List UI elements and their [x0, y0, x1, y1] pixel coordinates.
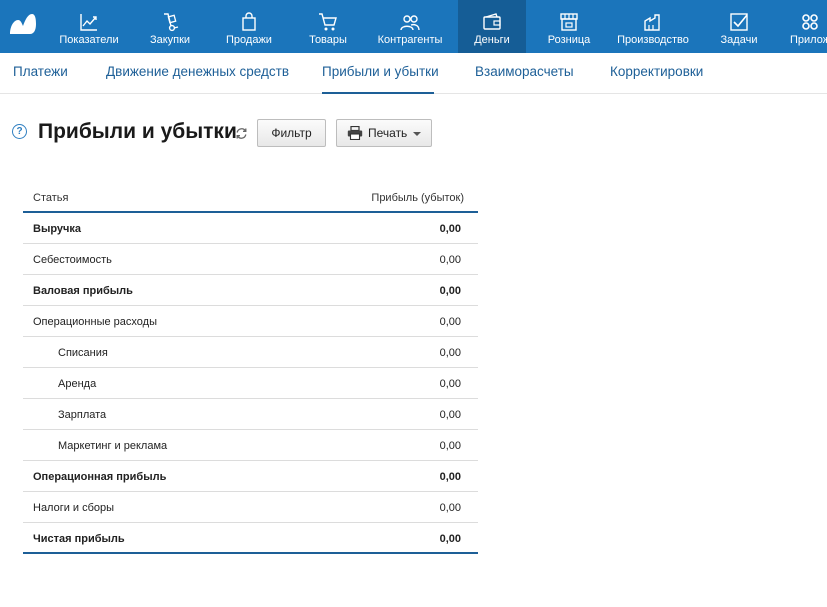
filter-button[interactable]: Фильтр [257, 119, 326, 147]
sub-navigation: Платежи Движение денежных средств Прибыл… [0, 53, 827, 94]
row-value: 0,00 [439, 285, 461, 297]
row-name: Аренда [58, 378, 97, 390]
nav-item-retail[interactable]: Розница [538, 0, 600, 53]
nav-item-label: Продажи [226, 34, 272, 46]
printer-icon [347, 126, 363, 140]
nav-item-label: Производство [617, 34, 689, 46]
row-name: Выручка [33, 223, 82, 235]
nav-item-label: Товары [309, 34, 347, 46]
tab-profit-loss[interactable]: Прибыли и убытки [322, 53, 439, 94]
nav-item-purchases[interactable]: Закупки [140, 0, 200, 53]
row-value: 0,00 [439, 223, 461, 235]
row-name: Операционная прибыль [33, 471, 167, 483]
logo-icon[interactable] [8, 12, 38, 36]
nav-item-goods[interactable]: Товары [298, 0, 358, 53]
row-value: 0,00 [439, 440, 461, 452]
row-name: Себестоимость [33, 254, 112, 266]
report-header: Статья Прибыль (убыток) [23, 183, 478, 213]
print-button[interactable]: Печать [336, 119, 432, 147]
nav-item-label: Закупки [149, 34, 191, 46]
nav-item-label: Розница [547, 34, 591, 46]
apps-gear-icon [802, 14, 818, 30]
tab-payments[interactable]: Платежи [13, 53, 68, 93]
nav-item-counterparties[interactable]: Контрагенты [370, 0, 450, 53]
table-row: Себестоимость 0,00 [23, 244, 478, 275]
row-value: 0,00 [439, 409, 461, 421]
table-row: Валовая прибыль 0,00 [23, 275, 478, 306]
row-value: 0,00 [439, 378, 461, 390]
nav-item-label: Деньги [474, 34, 510, 46]
row-value: 0,00 [439, 254, 461, 266]
page-title: Прибыли и убытки [38, 120, 237, 143]
table-row: Списания 0,00 [23, 337, 478, 368]
row-name: Операционные расходы [33, 316, 157, 328]
chevron-down-icon [413, 132, 421, 136]
checkbox-icon [730, 13, 748, 31]
nav-item-label: Контрагенты [377, 34, 443, 46]
table-row: Маркетинг и реклама 0,00 [23, 430, 478, 461]
nav-item-sales[interactable]: Продажи [218, 0, 280, 53]
nav-item-label: Прилож [790, 34, 827, 46]
print-button-label: Печать [368, 126, 408, 140]
table-row: Выручка 0,00 [23, 213, 478, 244]
nav-item-money[interactable]: Деньги [458, 0, 526, 53]
help-icon[interactable]: ? [12, 124, 27, 139]
table-row: Операционные расходы 0,00 [23, 306, 478, 337]
wallet-icon [483, 13, 501, 30]
row-value: 0,00 [439, 502, 461, 514]
profit-loss-report: Статья Прибыль (убыток) Выручка 0,00 Себ… [23, 183, 478, 554]
table-row: Аренда 0,00 [23, 368, 478, 399]
people-icon [400, 15, 420, 31]
storefront-icon [560, 13, 578, 31]
refresh-icon[interactable] [235, 127, 248, 140]
nav-item-production[interactable]: Производство [612, 0, 694, 53]
tab-settlements[interactable]: Взаиморасчеты [475, 53, 574, 93]
row-value: 0,00 [439, 316, 461, 328]
nav-item-label: Показатели [59, 34, 119, 46]
row-value: 0,00 [439, 347, 461, 359]
column-header-item: Статья [33, 192, 69, 204]
nav-item-apps[interactable]: Прилож [786, 0, 827, 53]
nav-item-label: Задачи [720, 34, 758, 46]
cart-icon [319, 13, 337, 31]
nav-item-indicators[interactable]: Показатели [50, 0, 128, 53]
table-row: Чистая прибыль 0,00 [23, 523, 478, 554]
tab-cash-flow[interactable]: Движение денежных средств [106, 53, 289, 93]
table-row: Налоги и сборы 0,00 [23, 492, 478, 523]
row-value: 0,00 [439, 533, 461, 545]
column-header-profit: Прибыль (убыток) [371, 192, 464, 204]
nav-item-tasks[interactable]: Задачи [710, 0, 768, 53]
factory-icon [644, 14, 660, 31]
top-navigation: Показатели Закупки Продажи Товары Контра… [0, 0, 827, 53]
hand-truck-icon [164, 13, 179, 32]
row-value: 0,00 [439, 471, 461, 483]
row-name: Зарплата [58, 409, 107, 421]
table-row: Операционная прибыль 0,00 [23, 461, 478, 492]
row-name: Списания [58, 347, 108, 359]
row-name: Валовая прибыль [33, 285, 133, 297]
row-name: Налоги и сборы [33, 502, 115, 514]
chart-line-icon [80, 14, 97, 31]
row-name: Маркетинг и реклама [58, 440, 168, 452]
row-name: Чистая прибыль [33, 533, 125, 545]
tab-adjustments[interactable]: Корректировки [610, 53, 703, 93]
shopping-bag-icon [242, 12, 256, 31]
table-row: Зарплата 0,00 [23, 399, 478, 430]
